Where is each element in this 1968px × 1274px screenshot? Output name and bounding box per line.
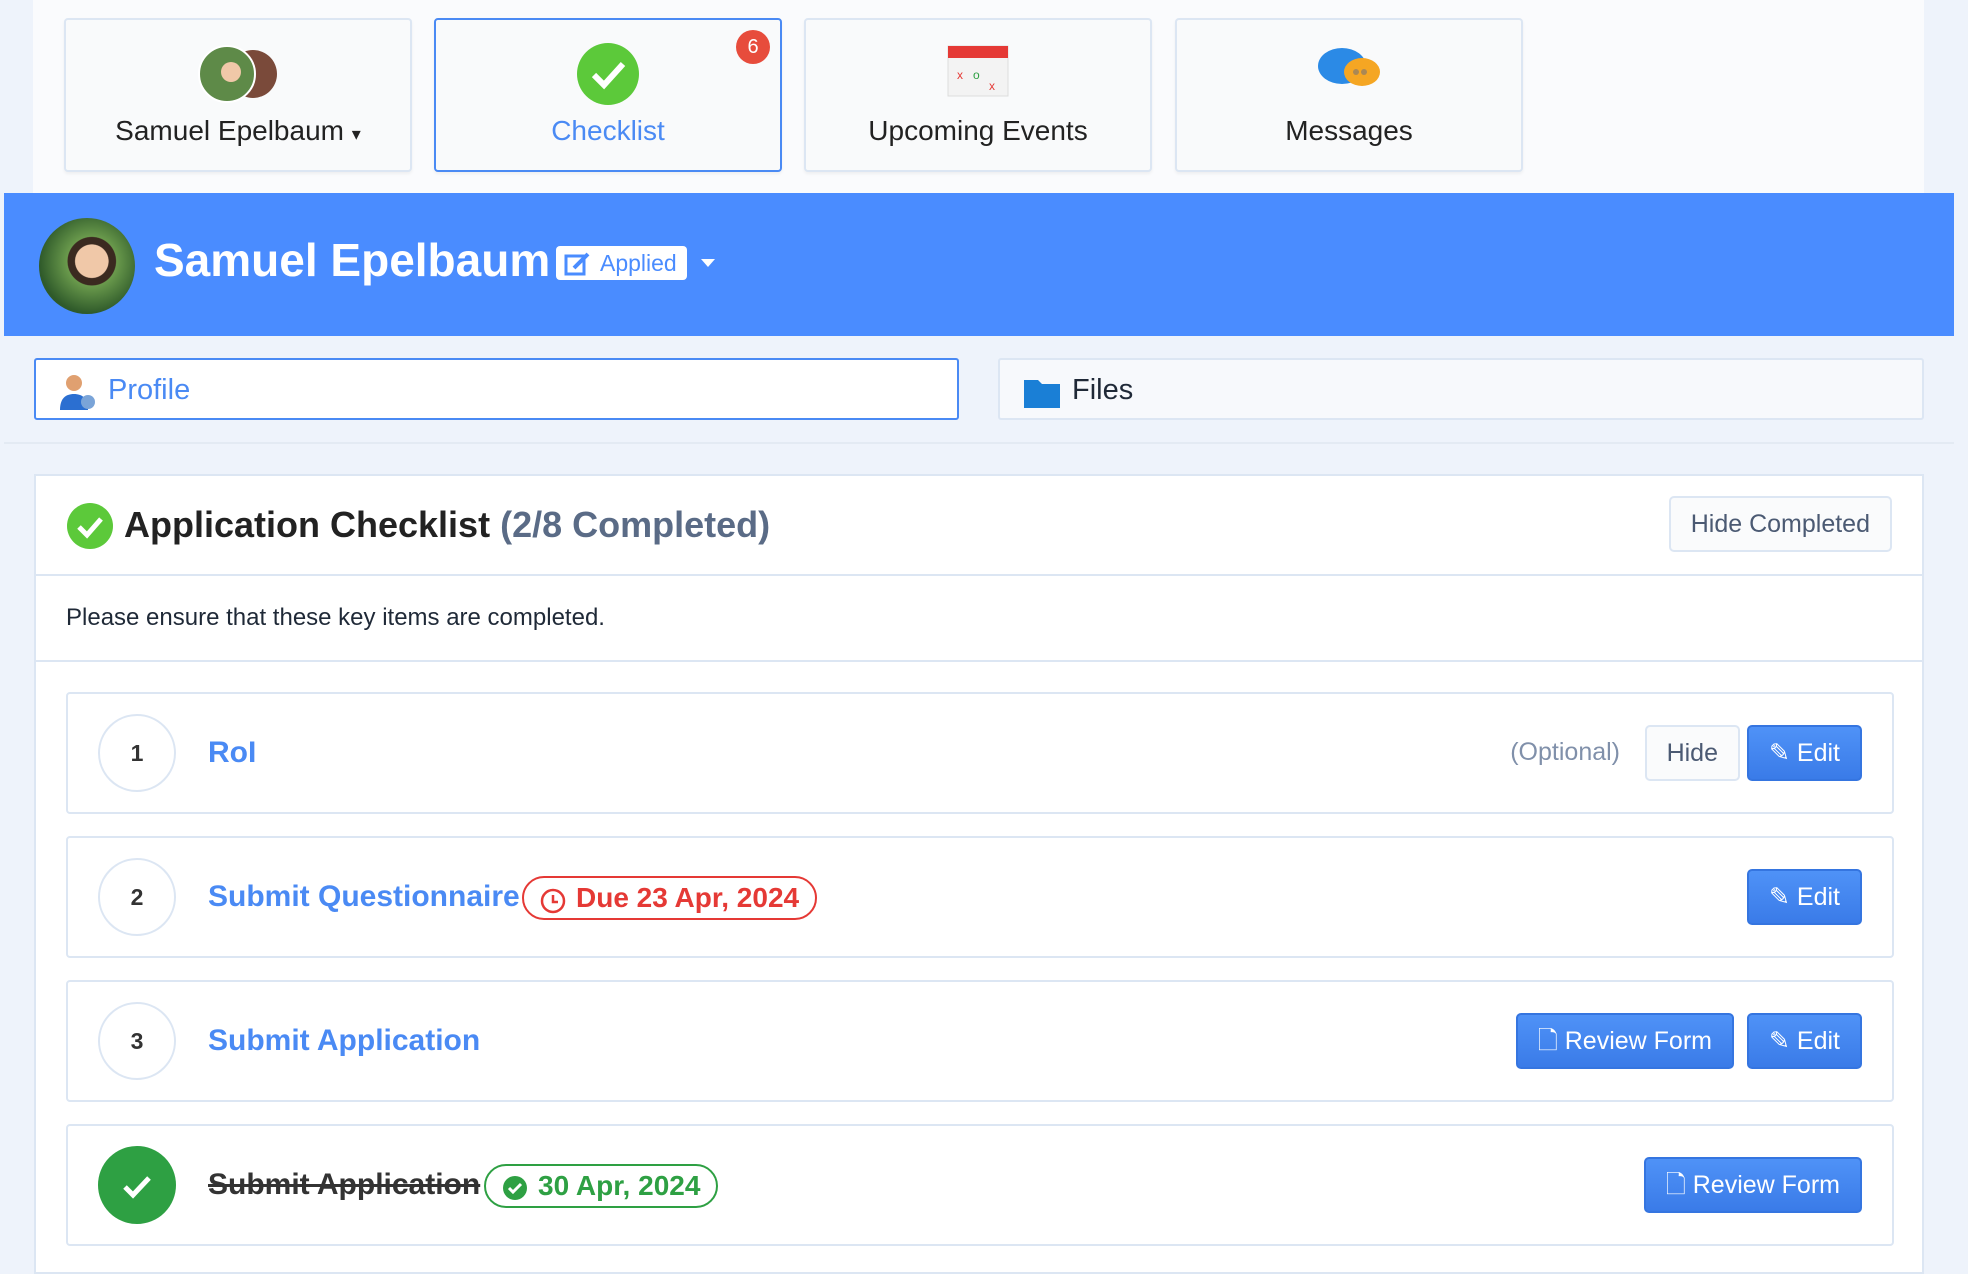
step-number: 1 xyxy=(98,714,176,792)
item-title-link[interactable]: RoI xyxy=(208,736,256,770)
avatar xyxy=(39,218,135,314)
chevron-down-icon[interactable] xyxy=(701,259,715,274)
nav-card-upcoming-events[interactable]: xox Upcoming Events xyxy=(804,18,1152,172)
chat-bubbles-icon xyxy=(1318,48,1380,86)
status-label: Applied xyxy=(600,250,677,276)
step-number: 3 xyxy=(98,1002,176,1080)
due-date-badge: Due 23 Apr, 2024 xyxy=(522,876,818,920)
green-check-icon xyxy=(577,43,639,105)
checklist-header: Application Checklist (2/8 Completed) Hi… xyxy=(36,476,1922,576)
document-search-icon: 🗋 xyxy=(1537,1027,1558,1055)
svg-text:x: x xyxy=(989,79,995,93)
completed-date-badge: 30 Apr, 2024 xyxy=(484,1164,719,1208)
hide-completed-button[interactable]: Hide Completed xyxy=(1668,496,1892,552)
document-search-icon: 🗋 xyxy=(1665,1171,1686,1199)
edit-button[interactable]: ✎ Edit xyxy=(1747,869,1862,925)
family-avatars-icon xyxy=(198,45,277,103)
checklist-title: Application Checklist (2/8 Completed) xyxy=(124,504,771,545)
hide-button[interactable]: Hide xyxy=(1644,725,1740,781)
completed-check-icon xyxy=(98,1146,176,1224)
edit-button[interactable]: ✎ Edit xyxy=(1747,725,1862,781)
tab-label: Profile xyxy=(108,374,191,406)
notification-badge: 6 xyxy=(736,30,770,64)
user-gear-icon xyxy=(60,375,95,410)
calendar-icon: x ox xyxy=(947,45,1009,97)
alarm-clock-icon xyxy=(540,888,566,914)
checklist-item: Submit Application 30 Apr, 2024 🗋 Review… xyxy=(66,1124,1894,1246)
edit-icon xyxy=(564,252,590,276)
svg-text:o: o xyxy=(973,68,980,82)
nav-card-checklist[interactable]: 6 Checklist xyxy=(434,18,782,172)
checklist-item: 1 RoI (Optional) Hide ✎ Edit xyxy=(66,692,1894,814)
review-form-button[interactable]: 🗋 Review Form xyxy=(1515,1013,1734,1069)
student-header: Samuel Epelbaum Applied xyxy=(4,193,1954,336)
tab-label: Files xyxy=(1072,374,1134,406)
nav-card-messages[interactable]: Messages xyxy=(1175,18,1523,172)
checklist-description: Please ensure that these key items are c… xyxy=(36,576,1922,662)
tab-profile[interactable]: Profile xyxy=(34,358,959,420)
status-dropdown[interactable]: Applied xyxy=(556,246,687,280)
folder-icon xyxy=(1024,380,1060,408)
step-number: 2 xyxy=(98,858,176,936)
nav-card-label: Samuel Epelbaum ▾ xyxy=(115,115,361,146)
nav-card-student[interactable]: Samuel Epelbaum ▾ xyxy=(64,18,412,172)
nav-card-label: Upcoming Events xyxy=(868,115,1088,146)
optional-label: (Optional) xyxy=(1510,738,1620,766)
checklist-card: Application Checklist (2/8 Completed) Hi… xyxy=(34,474,1924,1274)
edit-button[interactable]: ✎ Edit xyxy=(1747,1013,1862,1069)
svg-text:x: x xyxy=(957,68,963,82)
review-form-button[interactable]: 🗋 Review Form xyxy=(1643,1157,1862,1213)
item-title-link[interactable]: Submit Application xyxy=(208,1024,480,1058)
tab-files[interactable]: Files xyxy=(998,358,1924,420)
checklist-item: 2 Submit Questionnaire Due 23 Apr, 2024 … xyxy=(66,836,1894,958)
nav-card-label: Messages xyxy=(1285,115,1413,146)
student-name: Samuel Epelbaum xyxy=(154,234,551,286)
item-title-link[interactable]: Submit Questionnaire xyxy=(208,880,520,914)
green-check-icon xyxy=(67,503,113,549)
nav-card-label: Checklist xyxy=(551,115,665,146)
checklist-item: 3 Submit Application 🗋 Review Form ✎ Edi… xyxy=(66,980,1894,1102)
item-title-link[interactable]: Submit Application xyxy=(208,1168,480,1202)
divider xyxy=(4,442,1954,444)
check-circle-icon xyxy=(503,1176,527,1200)
